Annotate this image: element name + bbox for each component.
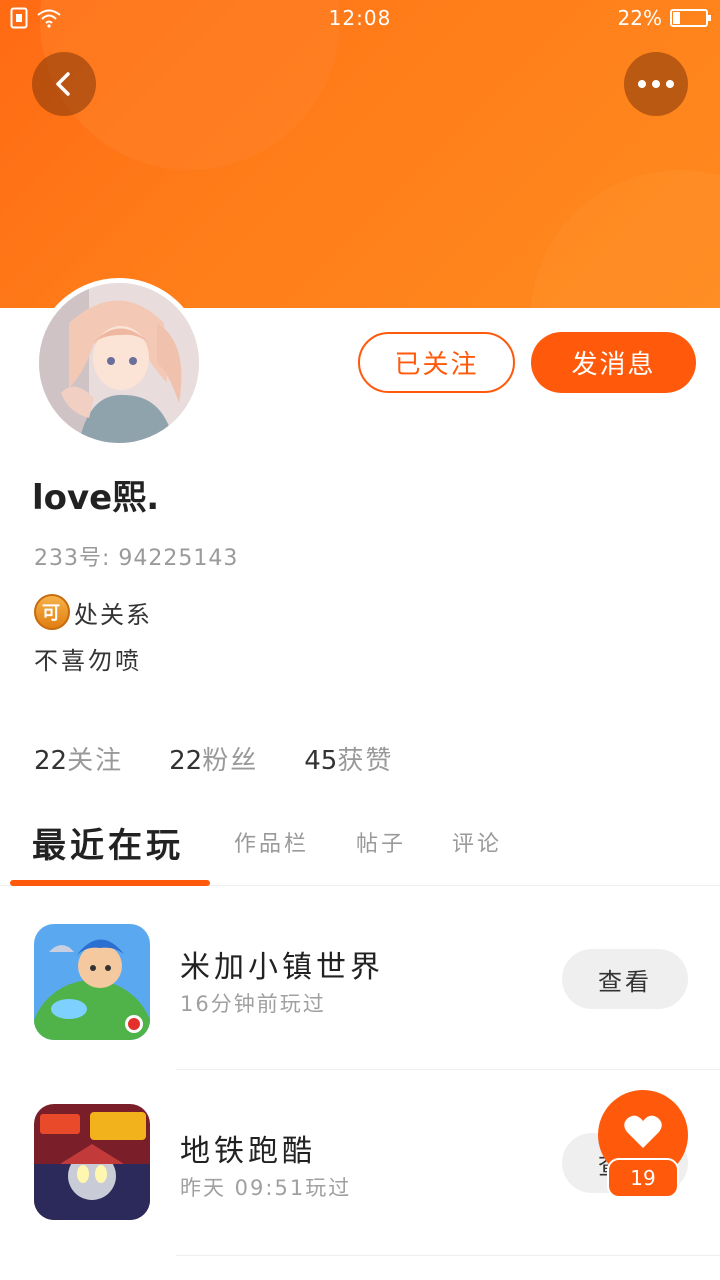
- tab-posts[interactable]: 帖子: [356, 826, 406, 858]
- view-button[interactable]: 查看: [562, 949, 688, 1009]
- tag-badge: 可: [34, 594, 70, 630]
- tab-comments[interactable]: 评论: [452, 826, 502, 858]
- status-time: 12:08: [328, 6, 392, 30]
- avatar-image: [39, 283, 199, 443]
- game-icon: [34, 1104, 150, 1220]
- game-name: 地铁跑酷: [180, 1134, 316, 1169]
- tab-works[interactable]: 作品栏: [234, 826, 309, 858]
- active-tab-indicator: [10, 880, 210, 886]
- list-item[interactable]: 米加小镇世界 16分钟前玩过 查看: [0, 920, 720, 1070]
- game-icon: [34, 924, 150, 1040]
- battery-level: [673, 12, 680, 24]
- send-message-button[interactable]: 发消息: [531, 332, 696, 393]
- more-icon: [638, 80, 674, 88]
- stat-likes[interactable]: 45获赞: [304, 740, 393, 777]
- battery-icon: [670, 9, 711, 27]
- game-name: 米加小镇世界: [180, 950, 384, 985]
- profile-header-background: [0, 0, 720, 308]
- stat-following[interactable]: 22关注: [34, 740, 123, 777]
- last-played: 16分钟前玩过: [180, 992, 326, 1016]
- followed-button[interactable]: 已关注: [358, 332, 515, 393]
- back-icon: [56, 72, 70, 96]
- heart-icon: [624, 1115, 662, 1148]
- tab-bar: 最近在玩 作品栏 帖子 评论: [0, 810, 720, 886]
- stats-bar: 22关注 22粉丝 45获赞: [34, 740, 393, 777]
- header-decoration: [530, 170, 720, 308]
- like-count: 19: [607, 1158, 679, 1198]
- relationship-tag: 可 处关系: [34, 594, 152, 630]
- tab-recently-played[interactable]: 最近在玩: [32, 818, 184, 867]
- last-played: 昨天 09:51玩过: [180, 1176, 352, 1200]
- status-bar: 12:08 22%: [0, 0, 720, 36]
- stat-followers[interactable]: 22粉丝: [169, 740, 258, 777]
- avatar[interactable]: [34, 278, 204, 448]
- battery-percent: 22%: [617, 6, 662, 30]
- tag-text: 处关系: [74, 600, 152, 629]
- divider: [176, 1069, 720, 1070]
- more-options-button[interactable]: [624, 52, 688, 116]
- user-id: 233号: 94225143: [34, 546, 239, 571]
- bio: 不喜勿喷: [34, 647, 142, 675]
- username: love熙.: [32, 478, 160, 518]
- divider: [176, 1255, 720, 1256]
- back-button[interactable]: [32, 52, 96, 116]
